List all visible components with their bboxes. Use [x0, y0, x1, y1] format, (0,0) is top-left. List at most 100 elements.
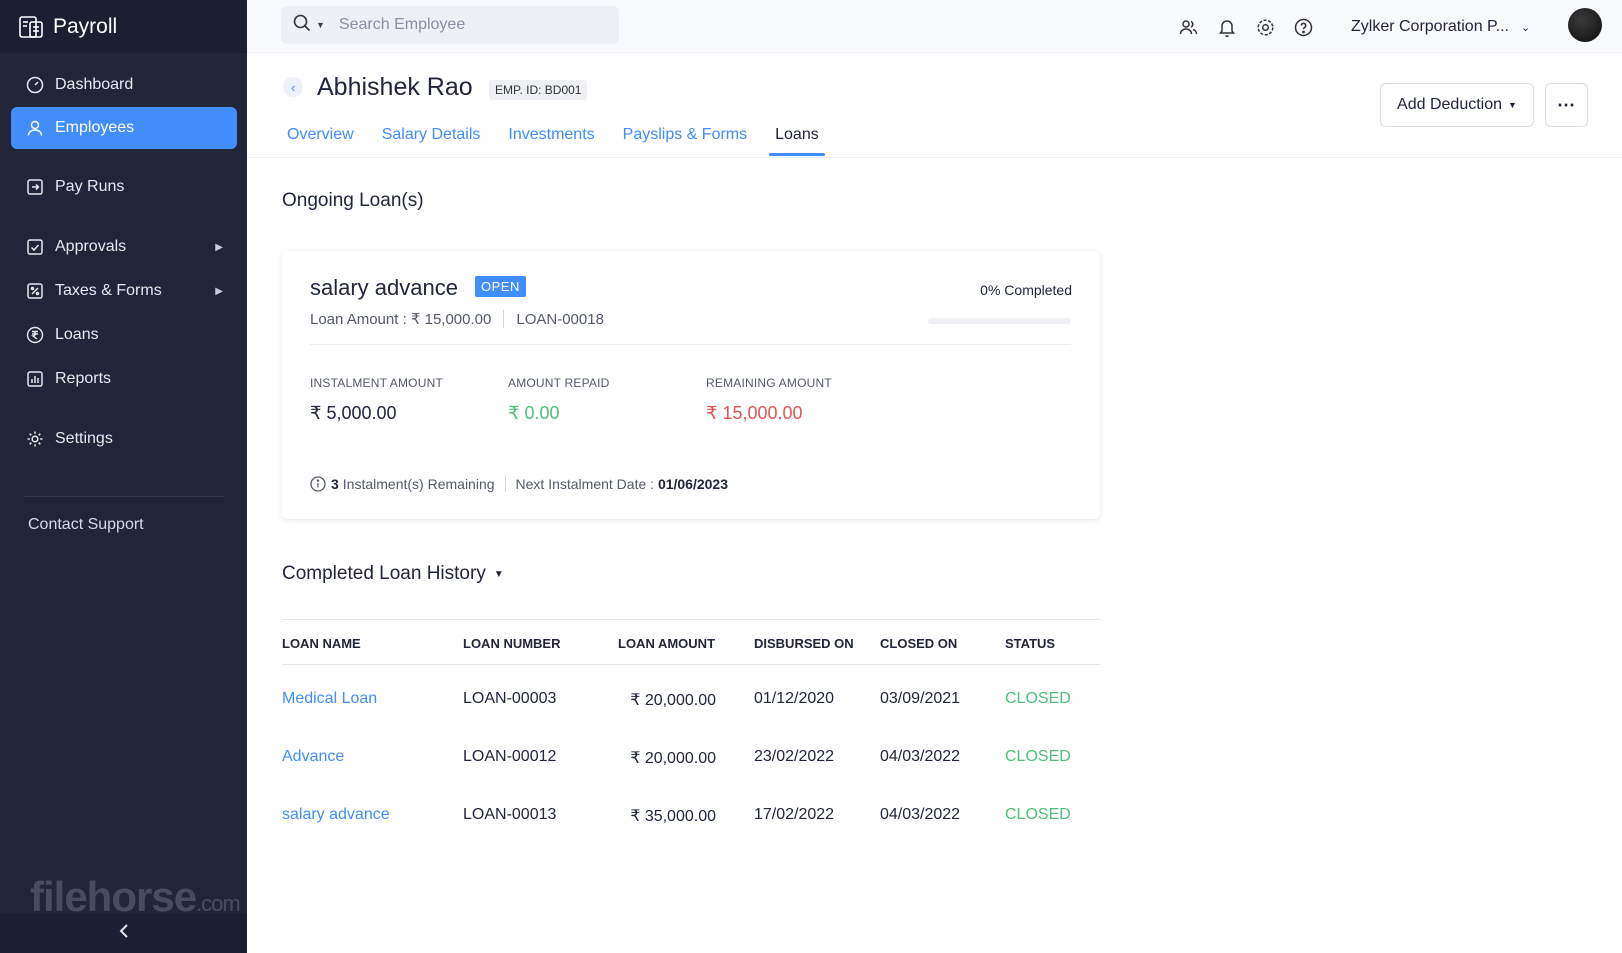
column-header-loan-name: LOAN NAME [282, 636, 361, 651]
tab-salary-details[interactable]: Salary Details [382, 126, 481, 152]
remaining-amount-label: REMAINING AMOUNT [706, 376, 832, 390]
organization-switcher[interactable]: Zylker Corporation P... ⌄ [1351, 18, 1530, 36]
users-icon[interactable] [1178, 17, 1198, 37]
gear-icon [25, 429, 45, 449]
next-instalment-date: 01/06/2023 [657, 475, 729, 492]
loan-name-link[interactable]: Medical Loan [282, 690, 377, 708]
disbursed-on-cell: 01/12/2020 [754, 690, 835, 707]
sidebar-item-taxes-forms[interactable]: Taxes & Forms ▶ [11, 270, 237, 312]
chevron-right-icon: ▶ [215, 241, 223, 253]
sidebar-item-label: Employees [55, 119, 135, 136]
loan-progress-bar [928, 318, 1071, 324]
organization-name: Zylker Corporation P... [1351, 18, 1509, 35]
info-icon [310, 475, 326, 492]
chevron-left-icon [118, 923, 130, 943]
closed-on-cell: 04/03/2022 [880, 748, 961, 765]
sidebar-item-reports[interactable]: Reports [11, 358, 237, 400]
sidebar-item-approvals[interactable]: Approvals ▶ [11, 226, 237, 268]
meta-separator [503, 310, 505, 328]
add-deduction-button[interactable]: Add Deduction ▼ [1380, 83, 1534, 127]
rupee-icon [25, 325, 45, 345]
loan-name-link[interactable]: Advance [282, 748, 344, 766]
sidebar-item-employees[interactable]: Employees [11, 107, 237, 149]
card-divider [310, 344, 1071, 345]
chevron-left-icon: ‹ [290, 79, 296, 95]
table-row: Advance LOAN-00012 ₹ 20,000.00 23/02/202… [282, 728, 1100, 786]
approvals-icon [25, 237, 45, 257]
sidebar: Payroll Dashboard Employees Pay Runs App… [0, 0, 247, 953]
amount-repaid-label: AMOUNT REPAID [508, 376, 610, 390]
sidebar-divider [24, 496, 224, 497]
avatar[interactable] [1568, 8, 1602, 42]
sidebar-item-label: Reports [55, 370, 112, 387]
search-filter-dropdown-icon[interactable]: ▼ [316, 20, 325, 30]
tab-overview[interactable]: Overview [287, 126, 354, 152]
tab-investments[interactable]: Investments [508, 126, 594, 152]
amount-repaid-value: ₹ 0.00 [508, 403, 560, 423]
sidebar-item-dashboard[interactable]: Dashboard [11, 64, 237, 106]
loan-meta: Loan Amount : ₹ 15,000.00 LOAN-00018 [310, 310, 604, 328]
app-title: Payroll [53, 14, 118, 38]
column-header-disbursed-on: DISBURSED ON [754, 636, 854, 651]
search-box[interactable]: ▼ [281, 6, 619, 44]
loan-name-link[interactable]: salary advance [282, 806, 390, 824]
dashboard-icon [25, 75, 45, 95]
tab-payslips-forms[interactable]: Payslips & Forms [623, 126, 747, 152]
reports-icon [25, 369, 45, 389]
sidebar-item-label: Approvals [55, 238, 127, 255]
tab-loans[interactable]: Loans [769, 126, 825, 156]
search-icon[interactable] [293, 14, 311, 37]
closed-on-cell: 03/09/2021 [880, 690, 961, 707]
closed-on-cell: 04/03/2022 [880, 806, 961, 823]
tabs-divider [247, 157, 1622, 158]
bell-icon[interactable] [1217, 17, 1237, 37]
search-input[interactable] [338, 16, 579, 34]
page-title: Abhishek Rao [317, 73, 473, 101]
loan-name: salary advance [310, 275, 458, 300]
instalments-remaining-count: 3 [331, 475, 339, 492]
chevron-right-icon: ▶ [215, 285, 223, 297]
payroll-logo-icon [18, 14, 44, 40]
top-bar: ▼ Zylker Corporation P... ⌄ [247, 0, 1622, 53]
caret-down-icon: ▼ [493, 568, 504, 580]
brand[interactable]: Payroll [0, 0, 247, 53]
loan-amount-cell: ₹ 20,000.00 [630, 750, 716, 767]
loan-number-cell: LOAN-00012 [463, 748, 557, 765]
employee-id-badge: EMP. ID: BD001 [489, 80, 588, 100]
ongoing-loan-card[interactable]: salary advance OPEN 0% Completed Loan Am… [282, 251, 1100, 519]
collapse-sidebar-button[interactable] [0, 913, 247, 953]
ongoing-loans-heading: Ongoing Loan(s) [282, 190, 424, 211]
instalment-info: 3 Instalment(s) Remaining Next Instalmen… [310, 475, 732, 492]
taxes-icon [25, 281, 45, 301]
pay-runs-icon [25, 177, 45, 197]
back-button[interactable]: ‹ [283, 77, 303, 97]
sidebar-item-label: Loans [55, 326, 99, 343]
person-icon [25, 118, 45, 138]
loan-amount-cell: ₹ 20,000.00 [630, 692, 716, 709]
table-row: Medical Loan LOAN-00003 ₹ 20,000.00 01/1… [282, 670, 1100, 728]
loan-amount: Loan Amount : ₹ 15,000.00 [310, 311, 492, 328]
caret-down-icon: ▼ [1508, 100, 1517, 110]
sidebar-item-label: Pay Runs [55, 178, 125, 195]
sidebar-item-loans[interactable]: Loans [11, 314, 237, 356]
instalment-amount-label: INSTALMENT AMOUNT [310, 376, 443, 390]
table-header: LOAN NAME LOAN NUMBER LOAN AMOUNT DISBUR… [282, 619, 1100, 665]
loan-number-cell: LOAN-00003 [463, 690, 557, 707]
status-cell: CLOSED [1005, 690, 1071, 707]
sidebar-item-label: Dashboard [55, 76, 134, 93]
sidebar-item-pay-runs[interactable]: Pay Runs [11, 166, 237, 208]
more-horizontal-icon: ⋯ [1557, 94, 1576, 115]
more-options-button[interactable]: ⋯ [1545, 83, 1588, 127]
sidebar-item-settings[interactable]: Settings [11, 418, 237, 460]
status-cell: CLOSED [1005, 806, 1071, 823]
column-header-status: STATUS [1005, 636, 1056, 651]
contact-support-link[interactable]: Contact Support [28, 516, 144, 534]
column-header-closed-on: CLOSED ON [880, 636, 958, 651]
help-icon[interactable] [1293, 17, 1313, 37]
settings-gear-icon[interactable] [1255, 17, 1275, 37]
sidebar-item-label: Taxes & Forms [55, 282, 162, 299]
disbursed-on-cell: 23/02/2022 [754, 748, 835, 765]
status-badge: OPEN [475, 276, 526, 297]
completed-loan-history-toggle[interactable]: Completed Loan History ▼ [282, 563, 504, 585]
next-instalment-label: Next Instalment Date : [515, 475, 655, 492]
